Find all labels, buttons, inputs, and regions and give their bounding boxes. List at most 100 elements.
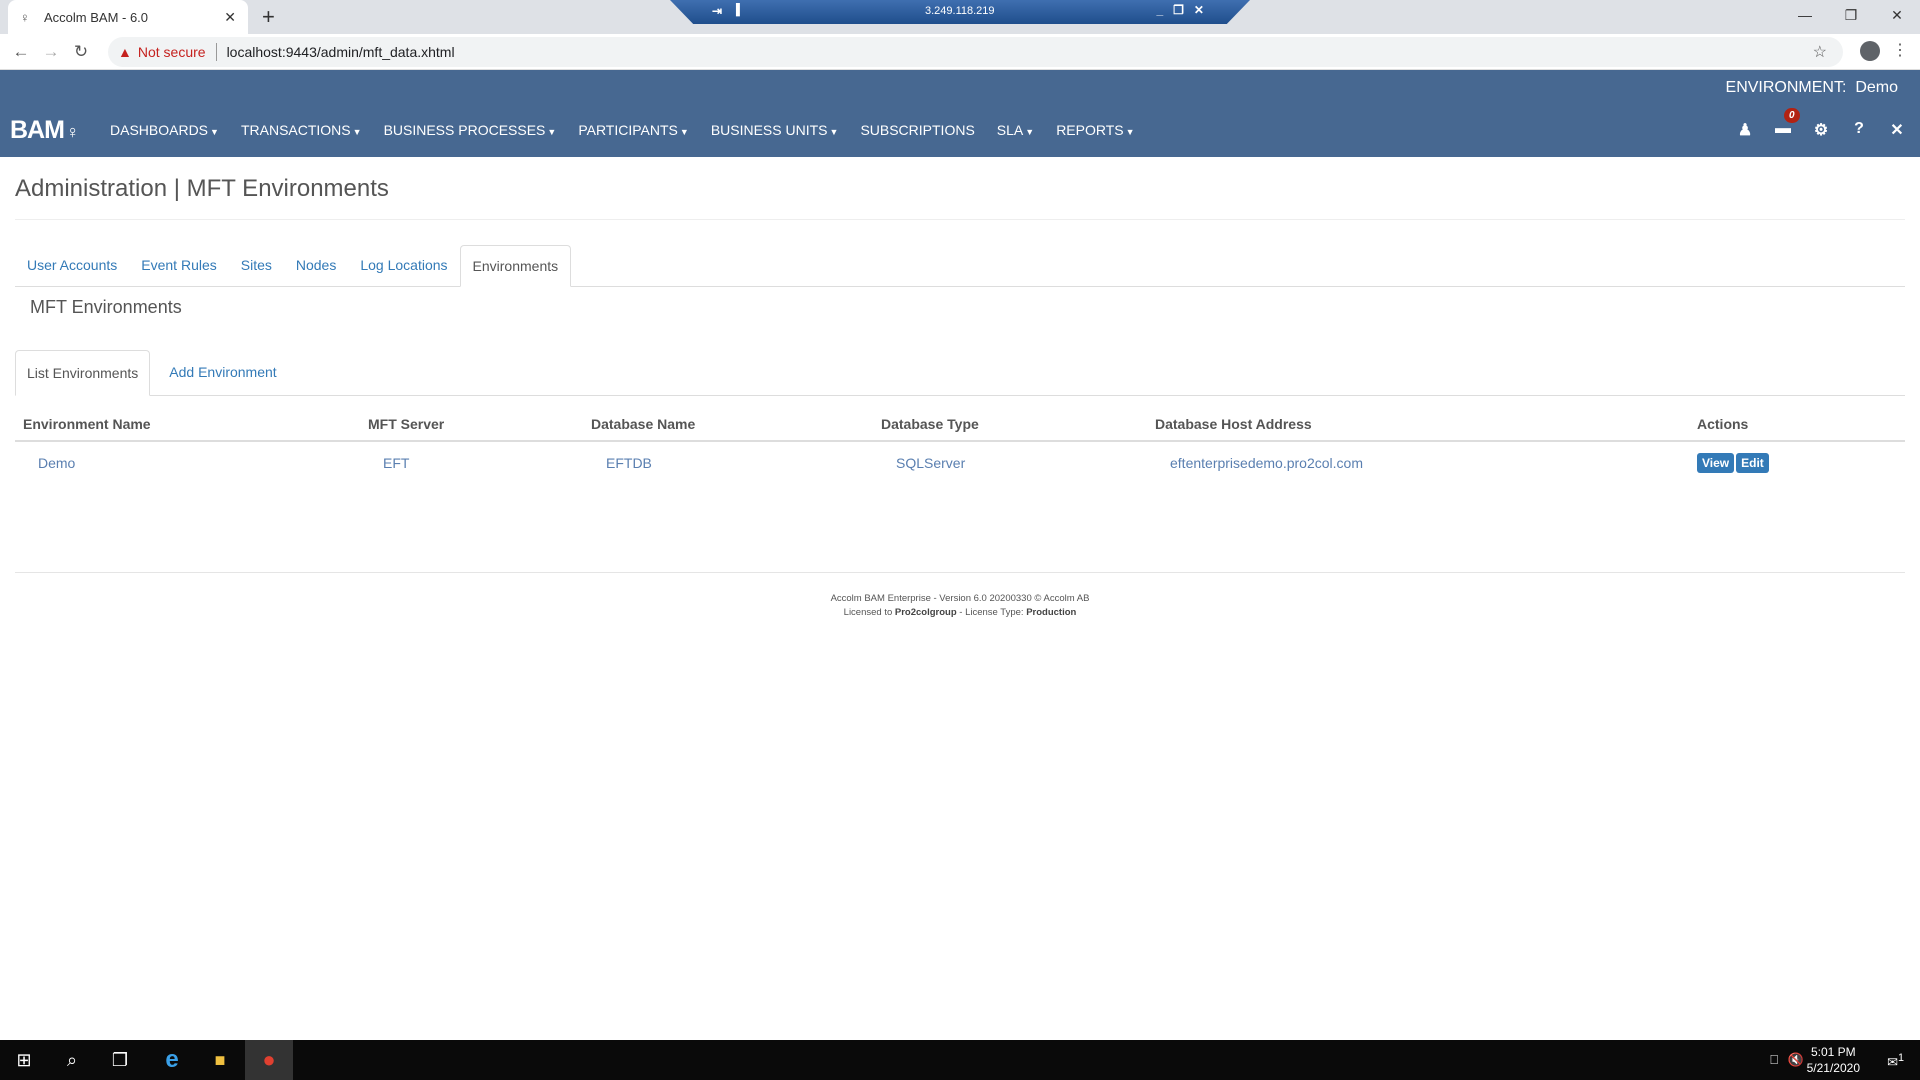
action-center-count: 1 bbox=[1897, 1052, 1904, 1064]
clock[interactable]: 5:01 PM 5/21/2020 bbox=[1807, 1044, 1860, 1076]
task-view-icon[interactable]: ❐ bbox=[96, 1040, 144, 1080]
cell-database-host: eftenterprisedemo.pro2col.com bbox=[1170, 454, 1363, 471]
footer: Accolm BAM Enterprise - Version 6.0 2020… bbox=[0, 592, 1920, 620]
environments-table: Environment Name MFT Server Database Nam… bbox=[15, 408, 1905, 483]
profile-icon[interactable] bbox=[1860, 41, 1880, 61]
signal-icon: ▐ bbox=[732, 4, 740, 16]
url-text[interactable]: localhost:9443/admin/mft_data.xhtml bbox=[227, 44, 455, 60]
license-type-label: - License Type: bbox=[959, 607, 1024, 618]
address-bar[interactable]: ▲ Not secure localhost:9443/admin/mft_da… bbox=[108, 37, 1843, 67]
search-icon[interactable]: ⌕ bbox=[48, 1040, 96, 1080]
environment-value: Demo bbox=[1855, 79, 1898, 96]
cell-environment-name[interactable]: Demo bbox=[15, 441, 360, 483]
bookmark-star-icon[interactable]: ☆ bbox=[1813, 42, 1827, 62]
page-title: Administration | MFT Environments bbox=[15, 175, 389, 202]
cell-actions: View Edit bbox=[1689, 441, 1905, 483]
divider bbox=[15, 219, 1905, 220]
nav-reports[interactable]: REPORTS ▼ bbox=[1056, 122, 1134, 138]
new-tab-button[interactable]: + bbox=[262, 4, 275, 30]
tab-title: Accolm BAM - 6.0 bbox=[44, 9, 149, 25]
browser-toolbar: ← → ↻ ▲ Not secure localhost:9443/admin/… bbox=[0, 34, 1920, 70]
chrome-icon[interactable]: ● bbox=[245, 1040, 293, 1080]
close-tab-icon[interactable]: ✕ bbox=[224, 9, 236, 26]
warning-icon: ▲ bbox=[118, 44, 132, 60]
admin-tabs: User Accounts Event Rules Sites Nodes Lo… bbox=[15, 245, 1905, 287]
cell-database-type: SQLServer bbox=[896, 454, 966, 471]
close-window-icon[interactable]: ✕ bbox=[1874, 0, 1920, 30]
nav-subscriptions[interactable]: SUBSCRIPTIONS bbox=[860, 122, 974, 138]
clock-time: 5:01 PM bbox=[1810, 1045, 1856, 1059]
licensee: Pro2colgroup bbox=[894, 607, 957, 618]
forward-icon[interactable]: → bbox=[36, 42, 66, 62]
help-icon[interactable]: ? bbox=[1850, 120, 1868, 140]
environment-label: ENVIRONMENT: bbox=[1725, 79, 1847, 96]
windows-taskbar: ⊞ ⌕ ❐ e ■ ● ⎕ 🔇 5:01 PM 5/21/2020 ✉1 bbox=[0, 1040, 1920, 1080]
accolm-favicon-icon: ♀ bbox=[20, 9, 30, 25]
nav-business-processes[interactable]: BUSINESS PROCESSES ▼ bbox=[384, 122, 557, 138]
notification-badge: 0 bbox=[1784, 108, 1800, 123]
header-mft-server[interactable]: MFT Server bbox=[360, 408, 583, 442]
nav-sla[interactable]: SLA ▼ bbox=[997, 122, 1034, 138]
tab-nodes[interactable]: Nodes bbox=[284, 245, 348, 286]
rdp-window-controls[interactable]: _❐✕ bbox=[1157, 3, 1215, 17]
header-environment-name[interactable]: Environment Name bbox=[15, 408, 360, 442]
browser-tab-strip: ♀ Accolm BAM - 6.0 ✕ + ⇥ ▐ 3.249.118.219… bbox=[0, 0, 1920, 34]
bam-logo[interactable]: BAM ♀ bbox=[10, 116, 79, 145]
nav-participants[interactable]: PARTICIPANTS ▼ bbox=[578, 122, 689, 138]
messages-icon[interactable]: ▬ 0 bbox=[1774, 108, 1800, 140]
rdp-connection-bar: ⇥ ▐ 3.249.118.219 _❐✕ bbox=[670, 0, 1250, 24]
windows-start-icon[interactable]: ⊞ bbox=[0, 1040, 48, 1080]
network-icon[interactable]: ⎕ bbox=[1770, 1052, 1778, 1068]
divider bbox=[15, 572, 1905, 573]
security-label: Not secure bbox=[137, 44, 206, 60]
rdp-host: 3.249.118.219 bbox=[925, 5, 995, 17]
gear-icon[interactable]: ⚙ bbox=[1812, 120, 1830, 140]
tab-user-accounts[interactable]: User Accounts bbox=[15, 245, 129, 286]
app-navbar: ENVIRONMENT: Demo BAM ♀ DASHBOARDS ▼ TRANS… bbox=[0, 70, 1920, 157]
back-icon[interactable]: ← bbox=[6, 42, 36, 62]
section-title: MFT Environments bbox=[30, 297, 182, 317]
logout-icon[interactable]: ✕ bbox=[1888, 120, 1906, 140]
user-icon[interactable]: ♟ bbox=[1736, 120, 1754, 140]
licensed-to-label: Licensed to bbox=[843, 607, 893, 618]
logo-icon: ♀ bbox=[65, 122, 79, 142]
tab-list-environments[interactable]: List Environments bbox=[15, 350, 151, 396]
environment-indicator: ENVIRONMENT: Demo bbox=[1726, 79, 1898, 97]
divider bbox=[215, 43, 217, 61]
table-row: Demo EFT EFTDB SQLServer eftenterprisede… bbox=[15, 441, 1905, 483]
license-type: Production bbox=[1026, 607, 1077, 618]
tab-add-environment[interactable]: Add Environment bbox=[158, 350, 287, 395]
table-header-row: Environment Name MFT Server Database Nam… bbox=[15, 408, 1905, 442]
header-actions: Actions bbox=[1689, 408, 1905, 442]
browser-tab[interactable]: ♀ Accolm BAM - 6.0 ✕ bbox=[8, 0, 248, 34]
nav-transactions[interactable]: TRANSACTIONS ▼ bbox=[241, 122, 362, 138]
window-controls: — ❐ ✕ bbox=[1782, 0, 1920, 30]
nav-business-units[interactable]: BUSINESS UNITS ▼ bbox=[711, 122, 839, 138]
header-database-name[interactable]: Database Name bbox=[583, 408, 873, 442]
nav-dashboards[interactable]: DASHBOARDS ▼ bbox=[110, 122, 219, 138]
file-explorer-icon[interactable]: ■ bbox=[196, 1040, 244, 1080]
reload-icon[interactable]: ↻ bbox=[66, 42, 96, 62]
tab-environments[interactable]: Environments bbox=[459, 245, 572, 287]
browser-menu-icon[interactable]: ⋮ bbox=[1892, 40, 1908, 60]
internet-explorer-icon[interactable]: e bbox=[148, 1040, 196, 1080]
tab-event-rules[interactable]: Event Rules bbox=[129, 245, 228, 286]
cell-database-name: EFTDB bbox=[606, 454, 652, 471]
volume-muted-icon[interactable]: 🔇 bbox=[1788, 1052, 1804, 1068]
restore-icon[interactable]: ❐ bbox=[1828, 0, 1874, 30]
edit-button[interactable]: Edit bbox=[1736, 452, 1769, 473]
environment-subtabs: List Environments Add Environment bbox=[15, 350, 1905, 396]
footer-license: Licensed to Pro2colgroup - License Type:… bbox=[0, 606, 1920, 620]
pin-icon[interactable]: ⇥ bbox=[712, 4, 722, 18]
tab-log-locations[interactable]: Log Locations bbox=[348, 245, 459, 286]
navbar-icons: ♟ ▬ 0 ⚙ ? ✕ bbox=[1736, 108, 1906, 140]
header-database-type[interactable]: Database Type bbox=[873, 408, 1147, 442]
logo-text: BAM bbox=[10, 116, 65, 144]
footer-version: Accolm BAM Enterprise - Version 6.0 2020… bbox=[830, 593, 1090, 604]
action-center-icon[interactable]: ✉1 bbox=[1887, 1052, 1904, 1070]
view-button[interactable]: View bbox=[1697, 452, 1735, 473]
cell-mft-server: EFT bbox=[383, 454, 410, 471]
tab-sites[interactable]: Sites bbox=[229, 245, 284, 286]
header-database-host[interactable]: Database Host Address bbox=[1147, 408, 1689, 442]
minimize-icon[interactable]: — bbox=[1782, 0, 1828, 30]
